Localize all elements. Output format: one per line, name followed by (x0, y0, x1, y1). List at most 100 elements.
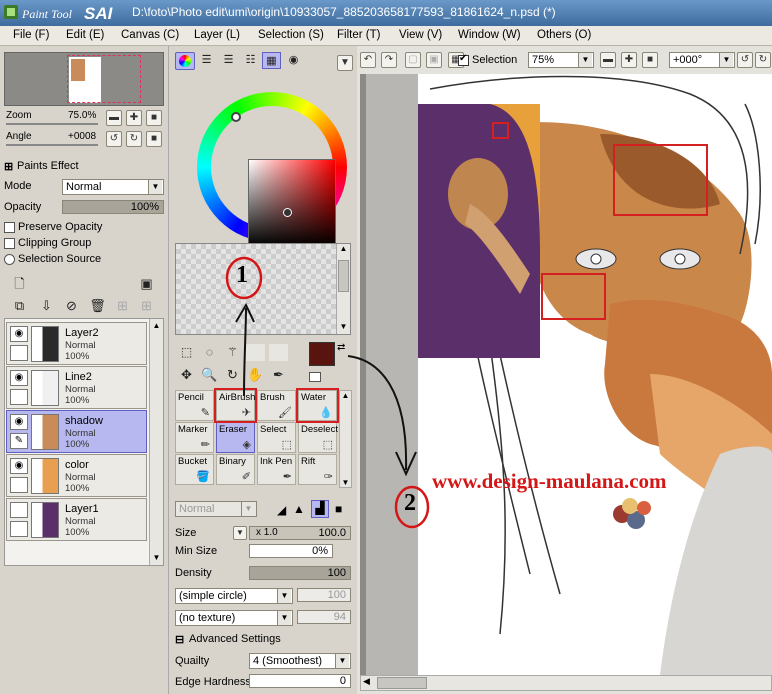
eye-icon[interactable] (10, 502, 28, 518)
undo-button[interactable]: ↶ (360, 52, 376, 68)
scroll-left-icon[interactable]: ◀ (363, 676, 370, 687)
layer-list-scrollbar[interactable]: ▲ ▼ (149, 319, 163, 565)
magic-wand-icon[interactable]: ⚚ (223, 344, 242, 361)
zoom-slider[interactable] (6, 123, 98, 125)
menu-window[interactable]: Window (W) (458, 29, 521, 41)
canvas-h-scrollbar[interactable]: ◀ (360, 675, 772, 691)
scratchpad-tab[interactable]: ▦ (262, 52, 281, 69)
lasso-icon[interactable]: ◌ (200, 344, 219, 361)
zoom-out-button[interactable]: ▬ (106, 110, 122, 126)
expand-icon[interactable]: ⊞ (4, 160, 13, 173)
copy-layer-icon[interactable]: ⧉ (10, 297, 29, 314)
tool-bucket[interactable]: Bucket 🪣 (175, 454, 214, 485)
panel-menu-button[interactable]: ▼ (337, 55, 353, 71)
rotate-reset-button[interactable]: ■ (146, 131, 162, 147)
scroll-down-icon[interactable]: ▼ (150, 551, 163, 565)
canvas-rotate-cw-button[interactable]: ↻ (755, 52, 771, 68)
scroll-up-icon[interactable]: ▲ (337, 244, 350, 256)
scratchpad-scrollbar[interactable]: ▲ ▼ (336, 244, 350, 334)
zoom-in-button[interactable]: ✚ (126, 110, 142, 126)
tool-grid-scrollbar[interactable]: ▲ ▼ (339, 390, 352, 488)
tool-ink-pen[interactable]: Ink Pen ✒ (257, 454, 296, 485)
deselect-button[interactable]: ▢ (405, 52, 421, 68)
scroll-thumb[interactable] (377, 677, 427, 689)
scroll-up-icon[interactable]: ▲ (150, 319, 163, 333)
size-dropdown[interactable]: ▼ (233, 526, 247, 540)
clipping-group-checkbox[interactable] (4, 238, 15, 249)
rgb-slider-tab[interactable]: ☰ (197, 52, 216, 69)
clear-layer-icon[interactable]: ⊘ (62, 297, 81, 314)
merge-icon[interactable]: ⊞ (113, 297, 132, 314)
edit-toggle-icon[interactable] (10, 389, 28, 405)
menu-file[interactable]: File (F) (13, 29, 49, 41)
color-swatch-tab[interactable]: ☷ (241, 52, 260, 69)
user-color-tab[interactable]: ◉ (284, 52, 303, 69)
tool-pencil[interactable]: Pencil ✎ (175, 390, 214, 421)
angle-slider[interactable] (6, 144, 98, 146)
edit-toggle-icon[interactable]: ✎ (10, 433, 28, 449)
edge-hardness-slider[interactable]: 0 (249, 674, 351, 688)
canvas-zoom-select[interactable]: 75% ▼ (528, 52, 594, 68)
menu-filter[interactable]: Filter (T) (337, 29, 380, 41)
tool-select[interactable]: Select ⬚ (257, 422, 296, 453)
merge-down-icon[interactable]: ⇩ (37, 297, 56, 314)
scroll-down-icon[interactable]: ▼ (337, 322, 350, 334)
brush-tip-shapes[interactable]: ◢ ▲ ▟ ■ (277, 500, 353, 518)
quality-select[interactable]: 4 (Smoothest) ▼ (249, 653, 351, 669)
rect-select-icon[interactable]: ⬚ (177, 344, 196, 361)
eye-icon[interactable]: ◉ (10, 326, 28, 342)
tool-deselect[interactable]: Deselect ⬚ (298, 422, 338, 453)
menu-selection[interactable]: Selection (S) (258, 29, 324, 41)
min-size-slider[interactable]: 0% (249, 544, 333, 558)
zoom-reset-button[interactable]: ■ (146, 110, 162, 126)
color-wheel-tab[interactable] (175, 52, 195, 70)
rotate-left-button[interactable]: ↺ (106, 131, 122, 147)
canvas-rotate-button[interactable]: ↺ (737, 52, 753, 68)
rotate-right-button[interactable]: ↻ (126, 131, 142, 147)
preserve-opacity-checkbox[interactable] (4, 222, 15, 233)
tool-binary[interactable]: Binary ✐ (216, 454, 255, 485)
brush-blend-select[interactable]: Normal ▼ (175, 501, 257, 517)
brush-texture-select[interactable]: (no texture) ▼ (175, 610, 293, 626)
canvas[interactable]: www.design-maulana.com (360, 74, 772, 675)
rotate-tool-icon[interactable]: ↻ (223, 366, 242, 383)
hue-handle[interactable] (231, 112, 241, 122)
transparent-color-icon[interactable] (309, 372, 321, 382)
density-slider[interactable]: 100 (249, 566, 351, 580)
hand-tool-icon[interactable]: ✋ (246, 366, 265, 383)
canvas-zoom-in-button[interactable]: ✚ (621, 52, 637, 68)
move-icon[interactable]: ✥ (177, 366, 196, 383)
texture-strength-slider[interactable]: 94 (297, 610, 351, 624)
opacity-slider[interactable]: 100% (62, 200, 164, 214)
mode-select[interactable]: Normal ▼ (62, 179, 164, 195)
trash-icon[interactable]: 🗑 (88, 297, 107, 314)
selection-checkbox[interactable]: ✔ (458, 53, 469, 66)
navigator-preview[interactable] (4, 52, 164, 106)
saturation-value-square[interactable] (248, 159, 336, 247)
layer-item[interactable]: ◉ Line2 Normal 100% (6, 366, 147, 409)
scroll-down-icon[interactable]: ▼ (340, 478, 351, 487)
tool-eraser[interactable]: Eraser ◈ (216, 422, 255, 453)
eyedropper-icon[interactable]: ✒ (269, 366, 288, 383)
edit-toggle-icon[interactable] (10, 345, 28, 361)
layer-mask-icon[interactable]: ▣ (137, 275, 156, 292)
eye-icon[interactable]: ◉ (10, 458, 28, 474)
edit-toggle-icon[interactable] (10, 521, 28, 537)
shape-strength-slider[interactable]: 100 (297, 588, 351, 602)
color-wheel[interactable] (197, 92, 347, 247)
menu-view[interactable]: View (V) (399, 29, 442, 41)
menu-layer[interactable]: Layer (L) (194, 29, 240, 41)
size-slider[interactable]: x 1.0 100.0 (249, 526, 351, 540)
canvas-angle-select[interactable]: +000° ▼ (669, 52, 735, 68)
scroll-up-icon[interactable]: ▲ (340, 391, 351, 400)
scratchpad[interactable]: ▲ ▼ (175, 243, 351, 335)
layer-item[interactable]: ◉ ✎ shadow Normal 100% (6, 410, 147, 453)
layer-item[interactable]: Layer1 Normal 100% (6, 498, 147, 541)
eye-icon[interactable]: ◉ (10, 414, 28, 430)
edit-toggle-icon[interactable] (10, 477, 28, 493)
swap-colors-icon[interactable]: ⇄ (337, 342, 345, 353)
tool-rift[interactable]: Rift ✑ (298, 454, 337, 485)
layer-item[interactable]: ◉ Layer2 Normal 100% (6, 322, 147, 365)
invert-selection-button[interactable]: ▣ (426, 52, 442, 68)
hsv-slider-tab[interactable]: ☰ (219, 52, 238, 69)
